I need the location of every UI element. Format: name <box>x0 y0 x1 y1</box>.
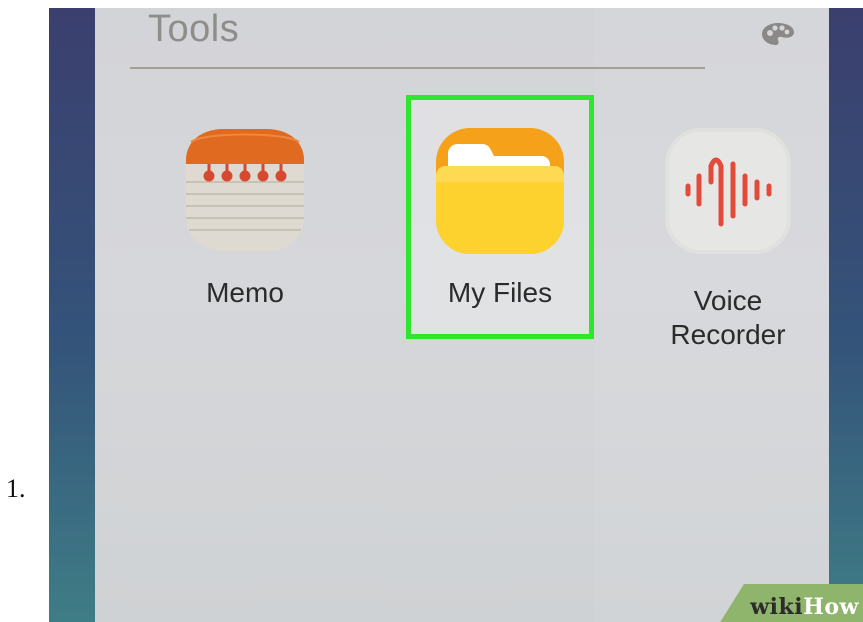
folder-icon <box>436 128 564 254</box>
voice-recorder-waveform-icon <box>665 128 791 254</box>
folder-title[interactable]: Tools <box>148 8 239 51</box>
app-my-files[interactable]: My Files <box>415 124 585 324</box>
tools-folder-panel: Tools Memo My Files Voice Recorder <box>95 8 829 622</box>
watermark-how: How <box>803 594 859 620</box>
app-label-recorder: Recorder <box>670 319 786 350</box>
phone-screen: Tools Memo My Files Voice Recorder wikiH… <box>49 8 863 622</box>
app-label-my-files: My Files <box>447 277 553 308</box>
app-memo[interactable]: Memo <box>181 124 309 324</box>
watermark-wiki: wiki <box>750 594 804 620</box>
wikihow-watermark: wikiHow <box>750 594 859 620</box>
app-voice-recorder[interactable]: Voice Recorder <box>653 124 803 354</box>
memo-notepad-icon <box>186 129 304 251</box>
palette-icon[interactable] <box>761 22 795 46</box>
folder-header: Tools <box>130 8 705 70</box>
app-label-voice: Voice <box>693 285 763 316</box>
app-label-memo: Memo <box>206 277 284 308</box>
step-number: 1. <box>6 474 26 503</box>
folder-title-underline <box>130 67 705 69</box>
